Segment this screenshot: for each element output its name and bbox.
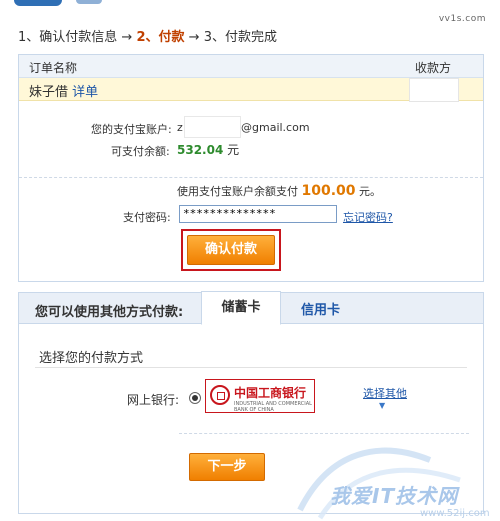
- icbc-logo-icon: [210, 385, 230, 405]
- step-2-active: 2、付款: [136, 30, 185, 45]
- bank-name-en: INDUSTRIAL AND COMMERCIAL BANK OF CHINA: [234, 401, 312, 413]
- password-label: 支付密码:: [123, 211, 171, 224]
- col-order-name: 订单名称: [29, 61, 78, 75]
- order-panel: 订单名称 收款方 妹子借 详单 您的支付宝账户: z @gmail.com 可支…: [18, 54, 484, 282]
- confirm-pay-button[interactable]: 确认付款: [187, 235, 275, 265]
- forgot-password-link[interactable]: 忘记密码?: [343, 209, 393, 225]
- tab-debit-card[interactable]: 储蓄卡: [201, 291, 281, 325]
- confirm-highlight: 确认付款: [181, 229, 281, 271]
- icbc-bank-option[interactable]: 中国工商银行 INDUSTRIAL AND COMMERCIAL BANK OF…: [205, 379, 315, 413]
- order-table-header: 订单名称 收款方: [19, 55, 483, 78]
- tab-credit-card[interactable]: 信用卡: [301, 299, 340, 318]
- account-redacted: [184, 116, 241, 138]
- order-row: 妹子借 详单: [19, 78, 483, 102]
- choose-method-title: 选择您的付款方式: [39, 351, 144, 366]
- balance-value: 532.04: [177, 143, 224, 157]
- account-prefix: z: [177, 121, 183, 134]
- section-divider: [19, 177, 483, 178]
- balance: 532.04 元: [177, 141, 239, 158]
- logo-fragment: [14, 0, 62, 6]
- order-detail-link[interactable]: 详单: [72, 85, 98, 100]
- site-watermark: vv1s.com: [438, 14, 486, 24]
- pay-unit: 元。: [359, 185, 382, 198]
- step-1: 1、确认付款信息: [18, 30, 118, 45]
- order-item: 妹子借 详单: [29, 81, 98, 100]
- password-input[interactable]: **************: [179, 205, 337, 223]
- account-label: 您的支付宝账户:: [91, 123, 172, 136]
- next-step-button[interactable]: 下一步: [189, 453, 265, 481]
- pay-desc-prefix: 使用支付宝账户余额支付: [177, 185, 298, 198]
- step-3: 3、付款完成: [203, 30, 277, 45]
- online-bank-label: 网上银行:: [127, 393, 180, 407]
- watermark-url: www.52ij.com: [420, 508, 490, 519]
- account-suffix: @gmail.com: [241, 121, 310, 134]
- choose-other-bank-link[interactable]: 选择其他: [363, 385, 407, 401]
- balance-label: 可支付余额:: [111, 145, 170, 158]
- pay-description: 使用支付宝账户余额支付 100.00 元。: [177, 183, 381, 199]
- alt-payment-title: 您可以使用其他方式付款:: [35, 305, 184, 320]
- pay-amount: 100.00: [301, 183, 356, 199]
- top-banner-strip: [0, 0, 500, 8]
- step-arrow-1: →: [121, 30, 133, 45]
- balance-unit: 元: [227, 143, 240, 157]
- watermark-text: 我爱IT技术网: [330, 484, 459, 508]
- order-item-name: 妹子借: [29, 85, 69, 100]
- step-progress: 1、确认付款信息 → 2、付款 → 3、付款完成: [18, 26, 277, 45]
- alt-divider: [179, 433, 469, 434]
- chevron-down-icon[interactable]: ▼: [379, 401, 385, 410]
- payee-redacted: [409, 78, 459, 102]
- col-payee: 收款方: [415, 61, 452, 75]
- logo-fragment-2: [76, 0, 102, 4]
- bank-radio[interactable]: [189, 392, 201, 404]
- bank-name: 中国工商银行: [234, 386, 307, 400]
- choose-divider: [35, 367, 467, 368]
- step-arrow-2: →: [188, 30, 200, 45]
